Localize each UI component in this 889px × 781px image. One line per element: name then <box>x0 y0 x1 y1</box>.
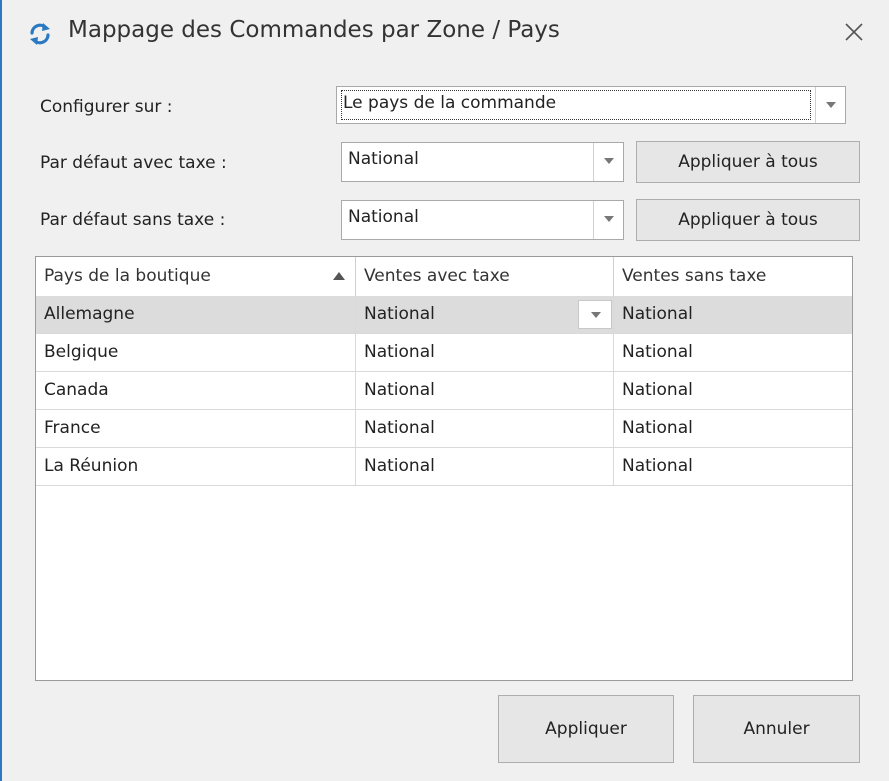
cell-shop-country: Allemagne <box>36 296 356 333</box>
cell-sales-without-tax[interactable]: National <box>614 448 852 485</box>
column-header-label: Ventes sans taxe <box>622 266 767 286</box>
cell-sales-with-tax[interactable]: National <box>356 448 614 485</box>
apply-button[interactable]: Appliquer <box>498 695 674 763</box>
column-header-sales-without-tax[interactable]: Ventes sans taxe <box>614 257 852 296</box>
cancel-button-label: Annuler <box>743 719 810 739</box>
configure-select[interactable]: Le pays de la commande <box>336 86 846 124</box>
chevron-down-icon[interactable] <box>593 201 623 239</box>
column-header-sales-with-tax[interactable]: Ventes avec taxe <box>356 257 614 296</box>
table-row[interactable]: France National National <box>36 410 852 448</box>
cell-shop-country: Belgique <box>36 334 356 371</box>
default-with-tax-label: Par défaut avec taxe : <box>40 153 227 173</box>
column-header-label: Pays de la boutique <box>44 266 211 286</box>
grid-header: Pays de la boutique Ventes avec taxe Ven… <box>36 257 852 297</box>
window-edge <box>0 0 2 781</box>
table-row[interactable]: Canada National National <box>36 372 852 410</box>
default-without-tax-select[interactable]: National <box>341 200 624 240</box>
window-title: Mappage des Commandes par Zone / Pays <box>68 17 560 43</box>
cell-text: National <box>364 380 435 400</box>
cell-shop-country: France <box>36 410 356 447</box>
cell-text: National <box>364 304 435 324</box>
close-icon[interactable] <box>838 16 870 48</box>
cell-shop-country: Canada <box>36 372 356 409</box>
default-without-tax-value: National <box>348 207 419 227</box>
cell-text: Allemagne <box>44 304 135 324</box>
default-with-tax-select[interactable]: National <box>341 142 624 182</box>
cell-text: National <box>364 342 435 362</box>
chevron-down-icon[interactable] <box>815 87 845 123</box>
chevron-down-icon[interactable] <box>593 143 623 181</box>
cell-sales-with-tax[interactable]: National <box>356 296 614 333</box>
cell-shop-country: La Réunion <box>36 448 356 485</box>
configure-label: Configurer sur : <box>40 97 173 117</box>
cell-text: National <box>622 304 693 324</box>
cell-sales-without-tax[interactable]: National <box>614 410 852 447</box>
cell-text: Canada <box>44 380 109 400</box>
apply-all-without-tax-button[interactable]: Appliquer à tous <box>636 199 860 241</box>
cell-text: Belgique <box>44 342 119 362</box>
cell-sales-without-tax[interactable]: National <box>614 296 852 333</box>
cell-text: La Réunion <box>44 456 139 476</box>
cell-text: National <box>622 380 693 400</box>
column-header-shop-country[interactable]: Pays de la boutique <box>36 257 356 296</box>
cell-sales-with-tax[interactable]: National <box>356 334 614 371</box>
title-bar: Mappage des Commandes par Zone / Pays <box>2 0 889 68</box>
column-header-label: Ventes avec taxe <box>364 266 510 286</box>
cell-sales-without-tax[interactable]: National <box>614 372 852 409</box>
cell-sales-with-tax[interactable]: National <box>356 372 614 409</box>
sort-ascending-icon <box>333 272 345 280</box>
country-mapping-grid[interactable]: Pays de la boutique Ventes avec taxe Ven… <box>35 256 853 681</box>
default-without-tax-label: Par défaut sans taxe : <box>40 210 226 230</box>
apply-all-with-tax-button[interactable]: Appliquer à tous <box>636 141 860 183</box>
cell-text: National <box>364 418 435 438</box>
cell-text: France <box>44 418 101 438</box>
apply-button-label: Appliquer <box>545 719 627 739</box>
refresh-icon <box>30 23 50 45</box>
apply-all-with-tax-label: Appliquer à tous <box>678 152 818 172</box>
cancel-button[interactable]: Annuler <box>693 695 860 763</box>
cell-text: National <box>622 456 693 476</box>
table-row[interactable]: Allemagne National National <box>36 296 852 334</box>
cell-text: National <box>622 418 693 438</box>
cell-sales-without-tax[interactable]: National <box>614 334 852 371</box>
chevron-down-icon[interactable] <box>578 300 612 329</box>
table-row[interactable]: Belgique National National <box>36 334 852 372</box>
cell-sales-with-tax[interactable]: National <box>356 410 614 447</box>
cell-text: National <box>622 342 693 362</box>
default-with-tax-value: National <box>348 149 419 169</box>
cell-text: National <box>364 456 435 476</box>
configure-select-value: Le pays de la commande <box>343 93 557 113</box>
apply-all-without-tax-label: Appliquer à tous <box>678 210 818 230</box>
table-row[interactable]: La Réunion National National <box>36 448 852 486</box>
